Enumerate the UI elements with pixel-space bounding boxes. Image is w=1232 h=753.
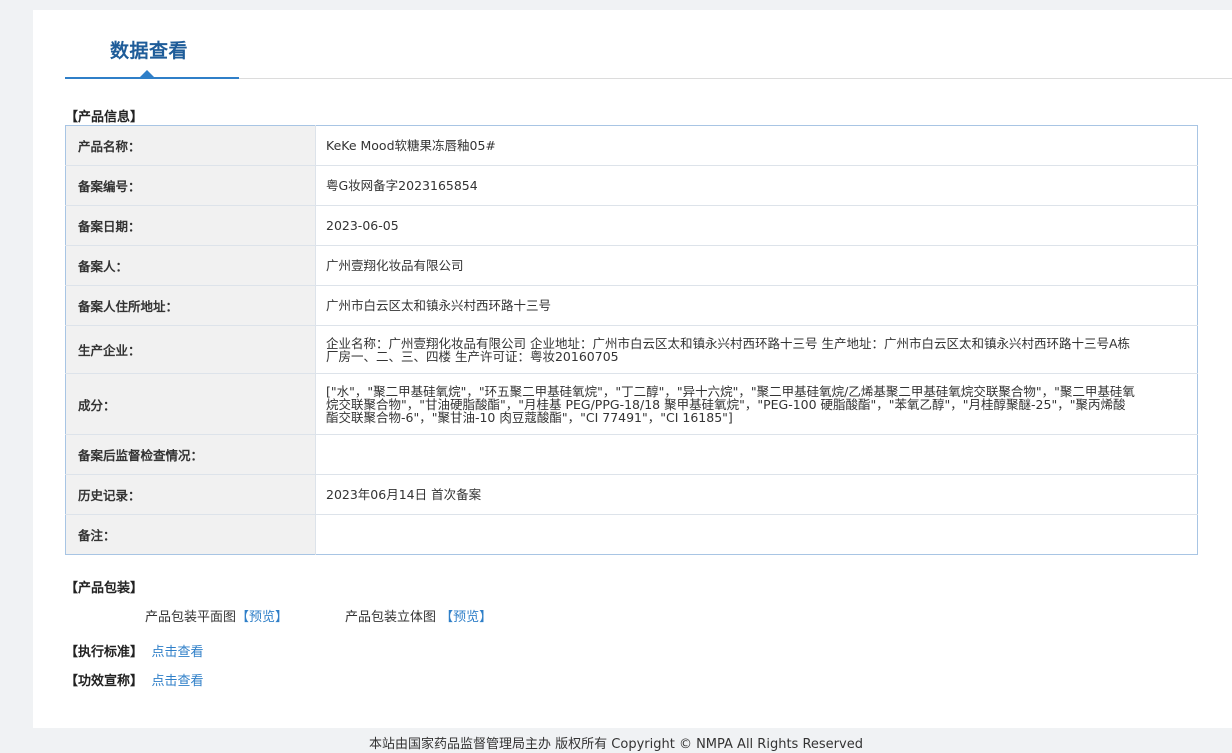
content-card: 数据查看 【产品信息】 产品名称： KeKe Mood软糖果冻唇釉05# 备案编… (33, 10, 1232, 728)
table-row: 备注： (65, 514, 1198, 555)
caret-up-icon (140, 70, 154, 77)
filing-number-value: 粤G妆网备字2023165854 (315, 165, 1198, 206)
standard-row: 【执行标准】 点击查看 (65, 641, 204, 660)
packaging-solid-label: 产品包装立体图 (345, 610, 437, 625)
remarks-value (316, 515, 1198, 555)
row-label: 历史记录： (65, 474, 316, 515)
table-row: 生产企业： 企业名称：广州壹翔化妆品有限公司 企业地址：广州市白云区太和镇永兴村… (65, 325, 1198, 374)
table-row: 备案后监督检查情况： (65, 434, 1198, 475)
inspection-value (315, 434, 1198, 475)
filing-date-value: 2023-06-05 (315, 205, 1198, 246)
table-row: 产品名称： KeKe Mood软糖果冻唇釉05# (65, 125, 1198, 166)
product-info-table: 产品名称： KeKe Mood软糖果冻唇釉05# 备案编号： 粤G妆网备字202… (65, 125, 1198, 555)
filer-value: 广州壹翔化妆品有限公司 (315, 245, 1198, 286)
page-title: 数据查看 (110, 40, 189, 62)
row-label: 备案编号： (65, 165, 316, 206)
manufacturer-value: 企业名称：广州壹翔化妆品有限公司 企业地址：广州市白云区太和镇永兴村西环路十三号… (315, 325, 1198, 374)
product-name-value: KeKe Mood软糖果冻唇釉05# (315, 125, 1198, 166)
row-label: 备案日期： (65, 205, 316, 246)
title-divider (65, 78, 1232, 79)
packaging-solid-row: 产品包装立体图 【预览】 (345, 606, 492, 625)
row-label: 备案人住所地址： (65, 285, 316, 326)
footer-copyright: 本站由国家药品监督管理局主办 版权所有 Copyright © NMPA All… (369, 737, 863, 752)
table-row: 备案人： 广州壹翔化妆品有限公司 (65, 245, 1198, 286)
filer-address-value: 广州市白云区太和镇永兴村西环路十三号 (315, 285, 1198, 326)
section-efficacy-label: 【功效宣称】 (65, 674, 144, 689)
title-active-underline (65, 77, 239, 79)
packaging-flat-preview-link[interactable]: 【预览】 (236, 610, 288, 625)
row-label: 生产企业： (65, 325, 316, 374)
section-packaging-label: 【产品包装】 (65, 581, 144, 596)
section-standard-label: 【执行标准】 (65, 645, 144, 660)
packaging-solid-preview-link[interactable]: 【预览】 (440, 610, 492, 625)
table-row: 备案日期： 2023-06-05 (65, 205, 1198, 246)
history-value: 2023年06月14日 首次备案 (315, 474, 1198, 515)
efficacy-view-link[interactable]: 点击查看 (152, 674, 204, 689)
row-label: 备案人： (65, 245, 316, 286)
table-row: 成分： ["水"，"聚二甲基硅氧烷"，"环五聚二甲基硅氧烷"，"丁二醇"，"异十… (65, 373, 1198, 435)
table-row: 历史记录： 2023年06月14日 首次备案 (65, 474, 1198, 515)
section-product-info-label: 【产品信息】 (65, 110, 144, 125)
row-label: 备案后监督检查情况： (65, 434, 316, 475)
packaging-flat-row: 产品包装平面图【预览】 (145, 606, 288, 625)
row-label: 成分： (65, 373, 316, 435)
table-row: 备案人住所地址： 广州市白云区太和镇永兴村西环路十三号 (65, 285, 1198, 326)
efficacy-row: 【功效宣称】 点击查看 (65, 670, 204, 689)
row-label: 产品名称： (65, 125, 316, 166)
ingredients-value: ["水"，"聚二甲基硅氧烷"，"环五聚二甲基硅氧烷"，"丁二醇"，"异十六烷"，… (315, 373, 1198, 435)
packaging-flat-label: 产品包装平面图 (145, 610, 237, 625)
row-label: 备注： (65, 514, 316, 555)
table-row: 备案编号： 粤G妆网备字2023165854 (65, 165, 1198, 206)
standard-view-link[interactable]: 点击查看 (152, 645, 204, 660)
